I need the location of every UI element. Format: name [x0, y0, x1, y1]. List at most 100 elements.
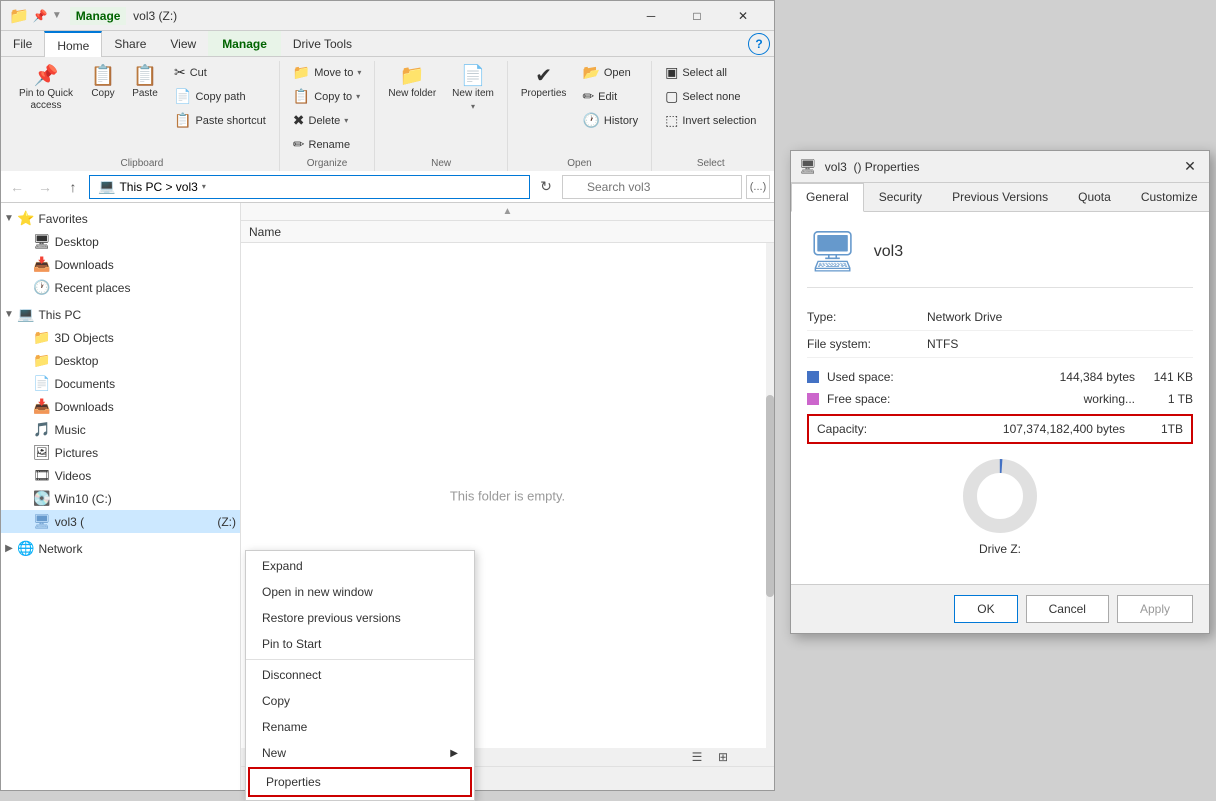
- free-space-row: Free space: working... 1 TB: [807, 388, 1193, 410]
- close-button[interactable]: ✕: [720, 1, 766, 31]
- tab-share[interactable]: Share: [102, 31, 158, 56]
- up-button[interactable]: ↑: [61, 175, 85, 199]
- copy-button[interactable]: 📋 Copy: [83, 61, 123, 105]
- back-button[interactable]: ←: [5, 175, 29, 199]
- help-button[interactable]: ?: [748, 33, 770, 55]
- search-input[interactable]: [562, 175, 742, 199]
- downloads-icon: 📥: [33, 256, 50, 273]
- ctx-new[interactable]: New ▶: [246, 740, 474, 766]
- new-folder-button[interactable]: 📁 New folder: [381, 61, 443, 105]
- sidebar-item-music[interactable]: 🎵 Music: [1, 418, 240, 441]
- invert-selection-button[interactable]: ⬚ Invert selection: [658, 109, 763, 132]
- search-expand-button[interactable]: (...): [746, 175, 770, 199]
- sidebar-item-thispc[interactable]: ▼ 💻 This PC: [1, 303, 240, 326]
- paste-shortcut-button[interactable]: 📋 Paste shortcut: [167, 109, 273, 132]
- refresh-button[interactable]: ↻: [534, 175, 558, 199]
- manage-tab-title[interactable]: Manage: [70, 7, 127, 25]
- minimize-button[interactable]: ─: [628, 1, 674, 31]
- large-icons-view-button[interactable]: ⊞: [712, 746, 734, 768]
- sidebar-item-network[interactable]: ▶ 🌐 Network: [1, 537, 240, 560]
- title-down-arrow: ▼: [52, 10, 62, 21]
- ctx-copy[interactable]: Copy: [246, 688, 474, 714]
- ctx-pin-start[interactable]: Pin to Start: [246, 631, 474, 657]
- win10-icon: 💽: [33, 490, 50, 507]
- favorites-arrow: ▼: [1, 213, 17, 224]
- sidebar-item-favorites[interactable]: ▼ ⭐ Favorites: [1, 207, 240, 230]
- forward-button[interactable]: →: [33, 175, 57, 199]
- type-row: Type: Network Drive: [807, 304, 1193, 331]
- sidebar-item-videos[interactable]: 🎞 Videos: [1, 464, 240, 487]
- sidebar-item-vol3[interactable]: 🖥 vol3 ( (Z:): [1, 510, 240, 533]
- select-none-button[interactable]: ▢ Select none: [658, 85, 763, 108]
- rename-button[interactable]: ✏ Rename: [286, 133, 369, 156]
- edit-button[interactable]: ✏ Edit: [575, 85, 645, 108]
- new-item-button[interactable]: 📄 New item ▾: [445, 61, 501, 116]
- ctx-expand[interactable]: Expand: [246, 553, 474, 579]
- ok-button[interactable]: OK: [954, 595, 1017, 623]
- ctx-restore-versions[interactable]: Restore previous versions: [246, 605, 474, 631]
- search-wrap: 🔍: [562, 175, 742, 199]
- history-icon: 🕐: [582, 112, 599, 129]
- properties-ribbon-button[interactable]: ✔ Properties: [514, 61, 574, 105]
- used-space-label: Used space:: [827, 370, 927, 384]
- select-label: Select: [658, 156, 763, 171]
- dialog-close-button[interactable]: ✕: [1179, 156, 1201, 178]
- cancel-button[interactable]: Cancel: [1026, 595, 1109, 623]
- tab-previous-versions[interactable]: Previous Versions: [937, 183, 1063, 211]
- title-controls: ─ □ ✕: [628, 1, 766, 31]
- free-space-color: [807, 393, 819, 405]
- open-button[interactable]: 📂 Open: [575, 61, 645, 84]
- rename-icon: ✏: [293, 136, 305, 153]
- move-to-button[interactable]: 📁 Move to ▾: [286, 61, 369, 84]
- sidebar-item-win10[interactable]: 💽 Win10 (C:): [1, 487, 240, 510]
- tab-view[interactable]: View: [158, 31, 208, 56]
- tab-customize[interactable]: Customize: [1126, 183, 1213, 211]
- sidebar-item-pcdownloads[interactable]: 📥 Downloads: [1, 395, 240, 418]
- copy-path-button[interactable]: 📄 Copy path: [167, 85, 273, 108]
- organize-group: 📁 Move to ▾ 📋 Copy to ▾ ✖ Delete ▾: [280, 61, 376, 171]
- apply-button[interactable]: Apply: [1117, 595, 1193, 623]
- name-sort-col[interactable]: Name: [249, 225, 281, 239]
- cut-button[interactable]: ✂ Cut: [167, 61, 273, 84]
- delete-arrow: ▾: [344, 116, 348, 125]
- ctx-disconnect[interactable]: Disconnect: [246, 662, 474, 688]
- vol3-icon: 🖥: [33, 513, 51, 530]
- tab-drive-tools[interactable]: Drive Tools: [281, 31, 364, 56]
- tab-home[interactable]: Home: [44, 31, 102, 57]
- delete-button[interactable]: ✖ Delete ▾: [286, 109, 369, 132]
- used-space-color: [807, 371, 819, 383]
- free-space-bytes: working...: [927, 392, 1143, 406]
- paste-button[interactable]: 📋 Paste: [125, 61, 165, 105]
- sidebar-item-documents[interactable]: 📄 Documents: [1, 372, 240, 395]
- used-space-bytes: 144,384 bytes: [927, 370, 1143, 384]
- tab-general[interactable]: General: [791, 183, 864, 212]
- downloads-arrow: [17, 259, 33, 270]
- address-path[interactable]: 💻 This PC > vol3 ▾: [89, 175, 530, 199]
- tab-file[interactable]: File: [1, 31, 44, 56]
- scroll-thumb[interactable]: [766, 395, 774, 597]
- thispc-arrow: ▼: [1, 309, 17, 320]
- tab-quota[interactable]: Quota: [1063, 183, 1126, 211]
- tab-manage[interactable]: Manage: [208, 31, 281, 56]
- history-button[interactable]: 🕐 History: [575, 109, 645, 132]
- copy-to-button[interactable]: 📋 Copy to ▾: [286, 85, 369, 108]
- sidebar-item-pictures[interactable]: 🖼 Pictures: [1, 441, 240, 464]
- music-icon: 🎵: [33, 421, 50, 438]
- ctx-new-arrow: ▶: [450, 748, 458, 759]
- scroll-track[interactable]: [766, 243, 774, 748]
- pin-to-quick-access-button[interactable]: 📌 Pin to Quick access: [11, 61, 81, 117]
- sidebar-item-pcdesktop[interactable]: 📁 Desktop: [1, 349, 240, 372]
- title-pin-icon: 📌: [33, 9, 48, 23]
- new-folder-icon: 📁: [400, 66, 425, 86]
- sidebar-item-recent[interactable]: 🕐 Recent places: [1, 276, 240, 299]
- sidebar-item-desktop[interactable]: 🖥 Desktop: [1, 230, 240, 253]
- ctx-rename[interactable]: Rename: [246, 714, 474, 740]
- tab-security[interactable]: Security: [864, 183, 937, 211]
- sidebar-item-downloads[interactable]: 📥 Downloads: [1, 253, 240, 276]
- ctx-properties[interactable]: Properties: [248, 767, 472, 797]
- sidebar-item-3dobjects[interactable]: 📁 3D Objects: [1, 326, 240, 349]
- ctx-open-new-window[interactable]: Open in new window: [246, 579, 474, 605]
- select-all-button[interactable]: ▣ Select all: [658, 61, 763, 84]
- details-view-button[interactable]: ☰: [686, 746, 708, 768]
- maximize-button[interactable]: □: [674, 1, 720, 31]
